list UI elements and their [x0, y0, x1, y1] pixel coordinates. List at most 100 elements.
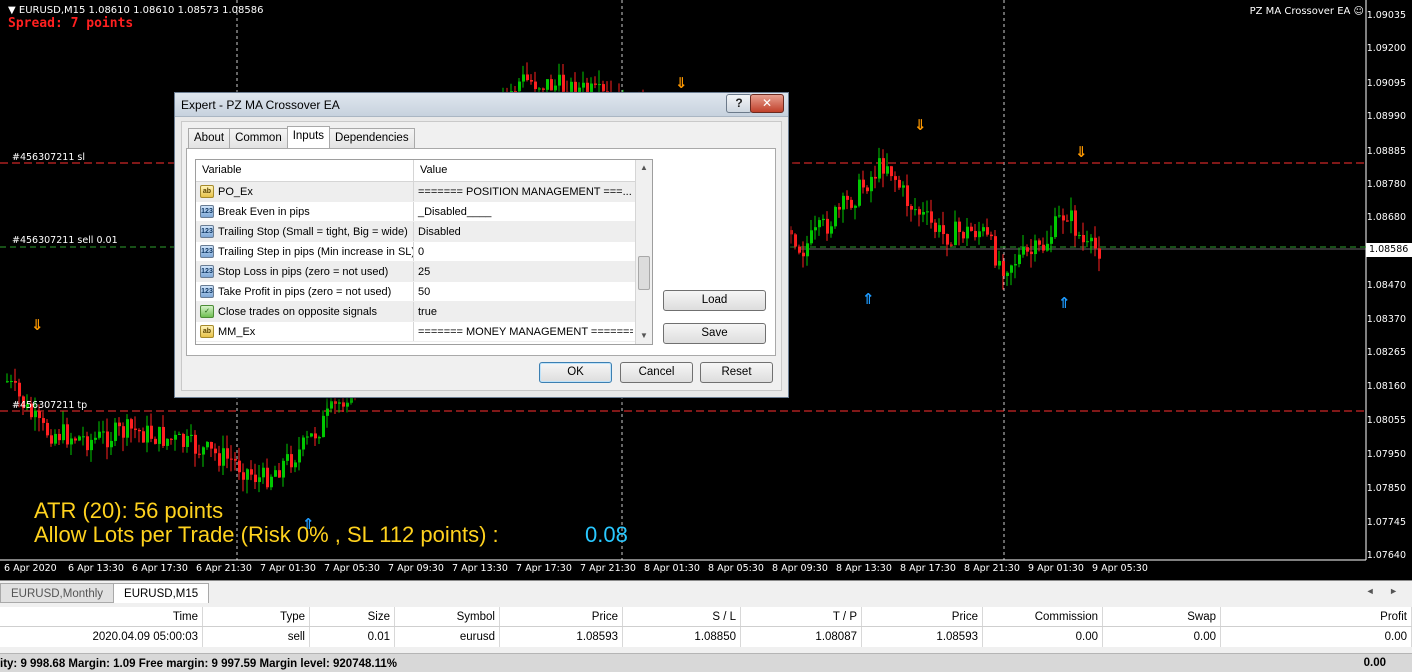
input-variable-name: Close trades on opposite signals	[218, 305, 377, 318]
input-value-cell[interactable]: true	[414, 302, 633, 321]
input-row[interactable]: 123 Break Even in pips _Disabled____	[196, 202, 652, 222]
candle-body	[830, 226, 833, 234]
input-variable-cell[interactable]: 123 Trailing Stop (Small = tight, Big = w…	[196, 222, 414, 241]
price-axis-label: 1.08370	[1366, 314, 1406, 325]
inputs-grid[interactable]: Variable Value ab PO_Ex ======= POSITION M…	[195, 159, 653, 345]
trade-header-cell[interactable]: Profit	[1221, 607, 1412, 626]
number-type-icon: 123	[200, 285, 214, 298]
candle-body	[954, 221, 957, 246]
input-variable-cell[interactable]: ab PO_Ex	[196, 182, 414, 201]
candle-body	[798, 246, 801, 253]
candle-body	[1018, 254, 1021, 265]
price-axis-label: 1.08265	[1366, 347, 1406, 358]
candle-body	[114, 422, 117, 441]
tab-common[interactable]: Common	[229, 128, 288, 148]
chart-tab-eurusd-m15[interactable]: EURUSD,M15	[113, 583, 210, 603]
scroll-down-icon[interactable]: ▼	[636, 328, 652, 344]
close-button[interactable]: ✕	[750, 94, 784, 113]
candle-body	[222, 448, 225, 466]
candle-body	[518, 81, 521, 92]
candle-body	[270, 476, 273, 488]
input-variable-cell[interactable]: ✓ Close trades on opposite signals	[196, 302, 414, 321]
candle-body	[70, 438, 73, 445]
load-button[interactable]: Load	[663, 290, 766, 311]
candle-body	[910, 206, 913, 210]
candle-body	[894, 176, 897, 180]
input-row[interactable]: ab MM_Ex ======= MONEY MANAGEMENT =======	[196, 322, 652, 342]
candle-body	[298, 449, 301, 463]
tab-about[interactable]: About	[188, 128, 231, 148]
input-variable-cell[interactable]: 123 Take Profit in pips (zero = not used)	[196, 282, 414, 301]
scroll-up-icon[interactable]: ▲	[636, 160, 652, 176]
trade-cell: 2020.04.09 05:00:03	[0, 627, 203, 647]
candle-body	[930, 211, 933, 223]
price-axis-label: 1.07640	[1366, 550, 1406, 561]
save-button[interactable]: Save	[663, 323, 766, 344]
candle-body	[534, 81, 537, 90]
input-row[interactable]: 123 Trailing Stop (Small = tight, Big = w…	[196, 222, 652, 242]
candle-body	[874, 176, 877, 179]
time-axis-label: 8 Apr 09:30	[772, 563, 828, 574]
price-axis-label: 1.08780	[1366, 179, 1406, 190]
input-variable-cell[interactable]: 123 Stop Loss in pips (zero = not used)	[196, 262, 414, 281]
dialog-titlebar[interactable]: Expert - PZ MA Crossover EA ? ✕	[175, 93, 788, 117]
trade-header-cell[interactable]: Price	[862, 607, 983, 626]
tab-dependencies[interactable]: Dependencies	[329, 128, 415, 148]
reset-button[interactable]: Reset	[700, 362, 773, 383]
trade-header-cell[interactable]: Commission	[983, 607, 1103, 626]
table-row[interactable]: 2020.04.09 05:00:03 sell 0.01 eurusd 1.08593…	[0, 627, 1412, 647]
trade-header-cell[interactable]: Type	[203, 607, 310, 626]
candle-body	[94, 437, 97, 440]
candle-body	[294, 462, 297, 468]
trade-header-cell[interactable]: Symbol	[395, 607, 500, 626]
scroll-thumb[interactable]	[638, 256, 650, 290]
trade-header-cell[interactable]: S / L	[623, 607, 741, 626]
candle-body	[62, 424, 65, 441]
input-value-cell[interactable]: 50	[414, 282, 633, 301]
trade-header-cell[interactable]: Price	[500, 607, 623, 626]
tab-inputs[interactable]: Inputs	[286, 126, 331, 148]
candle-body	[1054, 216, 1057, 238]
chart-tab-eurusd-monthly[interactable]: EURUSD,Monthly	[0, 583, 115, 603]
input-row[interactable]: ab PO_Ex ======= POSITION MANAGEMENT ===..…	[196, 182, 652, 202]
input-row[interactable]: 123 Trailing Step in pips (Min increase i…	[196, 242, 652, 262]
candle-body	[102, 431, 105, 433]
trade-header-cell[interactable]: Swap	[1103, 607, 1221, 626]
candle-body	[274, 470, 277, 477]
input-value-cell[interactable]: Disabled	[414, 222, 633, 241]
input-value-cell[interactable]: ======= MONEY MANAGEMENT =======	[414, 322, 633, 341]
candle-body	[306, 436, 309, 438]
trade-header-cell[interactable]: Size	[310, 607, 395, 626]
candle-body	[1026, 247, 1029, 252]
candle-body	[326, 408, 329, 416]
input-variable-cell[interactable]: ab MM_Ex	[196, 322, 414, 341]
input-value-cell[interactable]: 25	[414, 262, 633, 281]
input-row[interactable]: ✓ Close trades on opposite signals true	[196, 302, 652, 322]
tab-scroll-arrows-icon[interactable]: ◄ ►	[1366, 586, 1404, 596]
price-axis-label: 1.07850	[1366, 483, 1406, 494]
candle-body	[330, 401, 333, 409]
ok-button[interactable]: OK	[539, 362, 612, 383]
trade-header-cell[interactable]: T / P	[741, 607, 862, 626]
expert-properties-dialog[interactable]: Expert - PZ MA Crossover EA ? ✕ About Co…	[174, 92, 789, 398]
input-value-cell[interactable]: _Disabled____	[414, 202, 633, 221]
candle-body	[898, 179, 901, 188]
trade-cell: 0.00	[1103, 627, 1221, 647]
input-value-cell[interactable]: ======= POSITION MANAGEMENT ===...	[414, 182, 633, 201]
input-variable-cell[interactable]: 123 Break Even in pips	[196, 202, 414, 221]
candle-body	[966, 226, 969, 239]
input-row[interactable]: 123 Stop Loss in pips (zero = not used) 25	[196, 262, 652, 282]
grid-scrollbar[interactable]: ▲ ▼	[635, 160, 652, 344]
cancel-button[interactable]: Cancel	[620, 362, 693, 383]
candle-body	[826, 218, 829, 234]
grid-header-variable[interactable]: Variable	[196, 160, 414, 181]
input-variable-cell[interactable]: 123 Trailing Step in pips (Min increase i…	[196, 242, 414, 261]
help-button[interactable]: ?	[726, 94, 752, 113]
candle-body	[10, 380, 13, 382]
grid-header-value[interactable]: Value	[414, 160, 634, 181]
trade-header-cell[interactable]: Time	[0, 607, 203, 626]
candle-body	[902, 185, 905, 188]
input-row[interactable]: 123 Take Profit in pips (zero = not used)…	[196, 282, 652, 302]
input-value-cell[interactable]: 0	[414, 242, 633, 261]
candle-body	[6, 381, 9, 383]
